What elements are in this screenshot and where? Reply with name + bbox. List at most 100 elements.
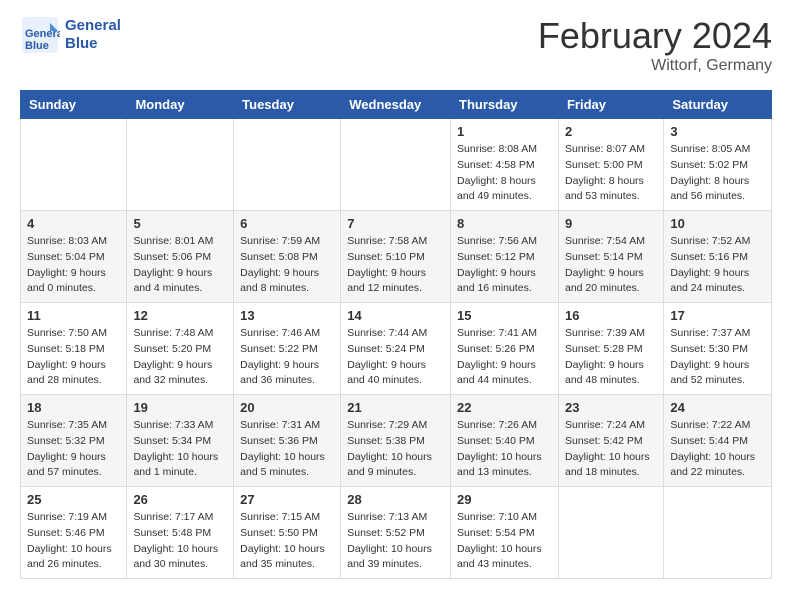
page: General Blue GeneralBlue February 2024 W… (0, 0, 792, 612)
day-info-line: Sunrise: 7:13 AM (347, 511, 427, 523)
calendar-cell: 16Sunrise: 7:39 AMSunset: 5:28 PMDayligh… (558, 303, 663, 395)
day-number: 16 (565, 308, 657, 323)
calendar-cell: 19Sunrise: 7:33 AMSunset: 5:34 PMDayligh… (127, 395, 234, 487)
day-info-line: Sunset: 5:30 PM (670, 343, 748, 355)
day-info-line: and 30 minutes. (133, 558, 208, 570)
day-info-line: and 56 minutes. (670, 190, 745, 202)
day-info-line: Sunrise: 7:52 AM (670, 235, 750, 247)
day-info-line: and 1 minute. (133, 466, 197, 478)
day-info-line: Daylight: 10 hours (457, 543, 542, 555)
day-number: 17 (670, 308, 765, 323)
day-info: Sunrise: 7:31 AMSunset: 5:36 PMDaylight:… (240, 418, 334, 481)
day-info: Sunrise: 8:05 AMSunset: 5:02 PMDaylight:… (670, 142, 765, 205)
calendar-cell: 24Sunrise: 7:22 AMSunset: 5:44 PMDayligh… (664, 395, 772, 487)
day-info-line: Sunrise: 8:01 AM (133, 235, 213, 247)
day-info-line: Daylight: 10 hours (457, 451, 542, 463)
day-info-line: and 9 minutes. (347, 466, 416, 478)
day-info-line: Daylight: 10 hours (565, 451, 650, 463)
day-info-line: Sunset: 5:52 PM (347, 527, 425, 539)
day-info-line: Sunrise: 8:08 AM (457, 143, 537, 155)
day-info-line: and 8 minutes. (240, 282, 309, 294)
calendar-cell: 18 Sunrise: 7:35 AM Sunset: 5:32 PM Dayligh… (21, 395, 127, 487)
day-info-line: and 32 minutes. (133, 374, 208, 386)
day-info: Sunrise: 7:56 AMSunset: 5:12 PMDaylight:… (457, 234, 552, 297)
calendar-cell: 9Sunrise: 7:54 AMSunset: 5:14 PMDaylight… (558, 211, 663, 303)
header: General Blue GeneralBlue February 2024 W… (20, 15, 772, 75)
day-info-line: Sunset: 5:42 PM (565, 435, 643, 447)
day-info-line: Daylight: 10 hours (133, 543, 218, 555)
calendar-cell: 1 Sunrise: 8:08 AMSunset: 4:58 PMDaylight… (451, 119, 559, 211)
calendar-cell (558, 487, 663, 579)
day-number: 21 (347, 400, 444, 415)
day-info-line: and 12 minutes. (347, 282, 422, 294)
calendar-cell: 28Sunrise: 7:13 AMSunset: 5:52 PMDayligh… (341, 487, 451, 579)
calendar-cell (341, 119, 451, 211)
calendar-cell: 25Sunrise: 7:19 AMSunset: 5:46 PMDayligh… (21, 487, 127, 579)
day-info-line: and 43 minutes. (457, 558, 532, 570)
calendar-cell: 29 Sunrise: 7:10 AM Sunset: 5:54 PM Dayligh… (451, 487, 559, 579)
day-info-line: Sunset: 5:50 PM (240, 527, 318, 539)
day-info-line: Daylight: 9 hours (27, 359, 106, 371)
day-number: 27 (240, 492, 334, 507)
day-info-line: and 13 minutes. (457, 466, 532, 478)
day-info: Sunrise: 7:54 AMSunset: 5:14 PMDaylight:… (565, 234, 657, 297)
day-info: Sunrise: 7:48 AMSunset: 5:20 PMDaylight:… (133, 326, 227, 389)
logo-icon: General Blue (20, 15, 60, 55)
day-info-line: Sunset: 5:54 PM (457, 527, 535, 539)
day-info-line: Daylight: 10 hours (133, 451, 218, 463)
day-info: Sunrise: 7:58 AMSunset: 5:10 PMDaylight:… (347, 234, 444, 297)
day-info-line: and 40 minutes. (347, 374, 422, 386)
day-info-line: Sunrise: 7:10 AM (457, 511, 537, 523)
day-info-line: Sunrise: 7:41 AM (457, 327, 537, 339)
col-thursday: Thursday (451, 91, 559, 119)
calendar-cell: 23Sunrise: 7:24 AMSunset: 5:42 PMDayligh… (558, 395, 663, 487)
day-info: Sunrise: 7:26 AMSunset: 5:40 PMDaylight:… (457, 418, 552, 481)
day-info-line: and 28 minutes. (27, 374, 102, 386)
calendar-cell: 12Sunrise: 7:48 AMSunset: 5:20 PMDayligh… (127, 303, 234, 395)
day-info-line: Sunset: 5:40 PM (457, 435, 535, 447)
day-number: 13 (240, 308, 334, 323)
day-number: 4 (27, 216, 120, 231)
day-info-line: Sunset: 5:32 PM (27, 435, 105, 447)
day-info-line: Daylight: 9 hours (565, 267, 644, 279)
day-info-line: and 48 minutes. (565, 374, 640, 386)
day-info-line: Daylight: 8 hours (565, 175, 644, 187)
day-number: 3 (670, 124, 765, 139)
calendar-cell: 7Sunrise: 7:58 AMSunset: 5:10 PMDaylight… (341, 211, 451, 303)
day-info-line: Sunrise: 7:59 AM (240, 235, 320, 247)
day-info-line: and 39 minutes. (347, 558, 422, 570)
day-info: Sunrise: 8:08 AMSunset: 4:58 PMDaylight:… (457, 142, 552, 205)
day-number: 1 (457, 124, 552, 139)
day-info-line: Sunset: 5:20 PM (133, 343, 211, 355)
day-number: 11 (27, 308, 120, 323)
day-info-line: Sunset: 5:46 PM (27, 527, 105, 539)
day-info-line: Daylight: 9 hours (457, 359, 536, 371)
day-info-line: Sunrise: 7:54 AM (565, 235, 645, 247)
day-info-line: Sunrise: 7:35 AM (27, 419, 107, 431)
day-info-line: Sunset: 5:18 PM (27, 343, 105, 355)
day-info-line: Daylight: 9 hours (27, 451, 106, 463)
calendar-cell: 17 Sunrise: 7:37 AMSunset: 5:30 PMDayligh… (664, 303, 772, 395)
calendar-cell: 22Sunrise: 7:26 AMSunset: 5:40 PMDayligh… (451, 395, 559, 487)
day-number: 26 (133, 492, 227, 507)
col-sunday: Sunday (21, 91, 127, 119)
calendar-header-row: Sunday Monday Tuesday Wednesday Thursday… (21, 91, 772, 119)
day-info: Sunrise: 7:37 AMSunset: 5:30 PMDaylight:… (670, 326, 765, 389)
day-number: 29 (457, 492, 552, 507)
calendar: Sunday Monday Tuesday Wednesday Thursday… (20, 90, 772, 579)
day-info-line: Sunrise: 8:03 AM (27, 235, 107, 247)
day-info-line: Daylight: 9 hours (133, 359, 212, 371)
day-info-line: Sunrise: 7:15 AM (240, 511, 320, 523)
day-info-line: Sunrise: 7:46 AM (240, 327, 320, 339)
day-number: 18 (27, 400, 120, 415)
col-saturday: Saturday (664, 91, 772, 119)
day-info-line: and 44 minutes. (457, 374, 532, 386)
day-info-line: Sunset: 5:00 PM (565, 159, 643, 171)
calendar-cell: 13Sunrise: 7:46 AMSunset: 5:22 PMDayligh… (234, 303, 341, 395)
day-number: 28 (347, 492, 444, 507)
day-info-line: and 36 minutes. (240, 374, 315, 386)
calendar-cell (234, 119, 341, 211)
day-info-line: Sunset: 5:16 PM (670, 251, 748, 263)
logo: General Blue GeneralBlue (20, 15, 121, 55)
calendar-cell: 10Sunrise: 7:52 AMSunset: 5:16 PMDayligh… (664, 211, 772, 303)
